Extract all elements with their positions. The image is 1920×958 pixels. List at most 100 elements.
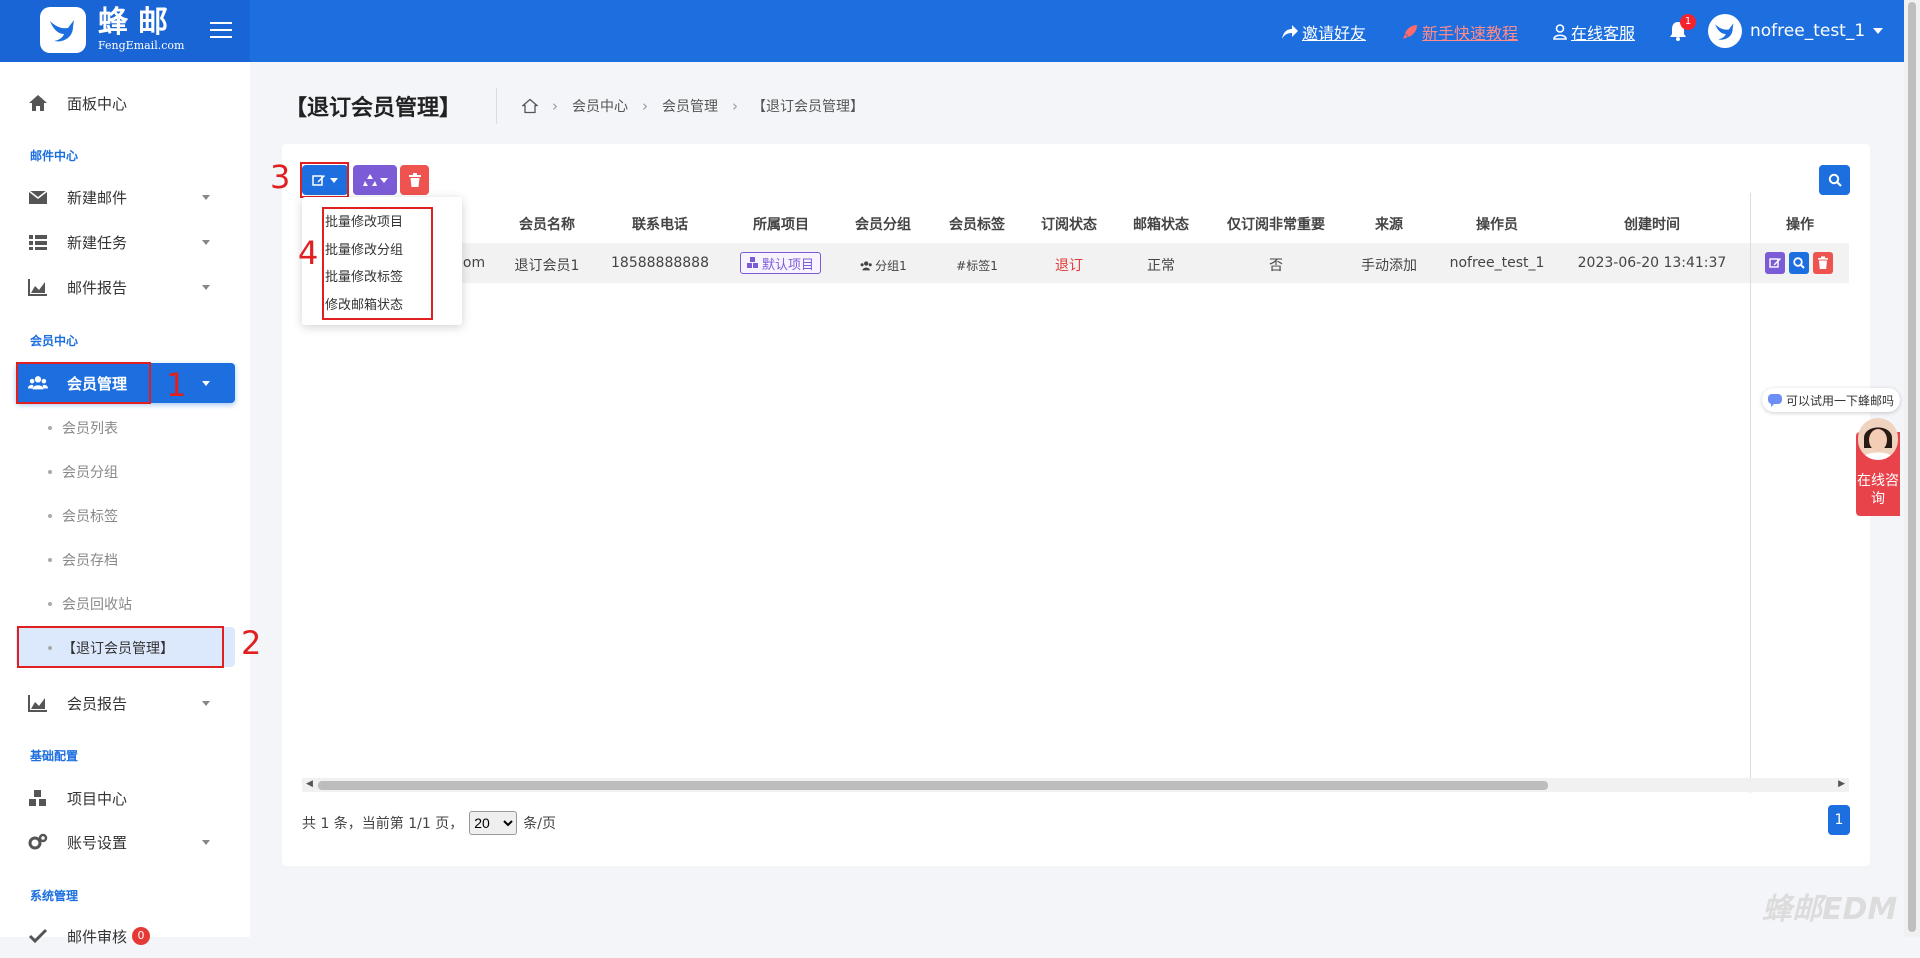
cell-operator: nofree_test_1 <box>1449 255 1545 271</box>
invite-link[interactable]: 邀请好友 <box>1282 20 1366 44</box>
user-menu[interactable]: nofree_test_1 <box>1708 13 1884 49</box>
cell-group: 分组1 <box>859 257 907 274</box>
page-vertical-scrollbar[interactable] <box>1904 0 1920 937</box>
sidebar-sub-member-list[interactable]: 会员列表 <box>48 418 118 438</box>
consult-label: 在线咨询 <box>1857 473 1899 507</box>
section-base-config: 基础配置 <box>30 749 79 763</box>
cell-important-only: 否 <box>1269 258 1283 274</box>
section-mail-center: 邮件中心 <box>30 149 79 163</box>
group-label: 分组1 <box>875 259 907 273</box>
section-system-manage: 系统管理 <box>30 889 79 903</box>
sidebar-item-project-center[interactable]: 项目中心 <box>0 776 250 820</box>
sidebar-item-mail-audit[interactable]: 邮件审核 0 <box>0 914 250 958</box>
scroll-thumb[interactable] <box>1908 2 1916 932</box>
breadcrumb-item[interactable]: 会员中心 <box>572 96 628 116</box>
tutorial-link[interactable]: 新手快速教程 <box>1402 20 1518 44</box>
annotation-number-2: 2 <box>241 624 262 662</box>
fixed-column-divider <box>1750 193 1751 793</box>
per-page-label: 条/页 <box>523 816 556 832</box>
search-button[interactable] <box>1819 165 1850 195</box>
chevron-down-icon <box>202 701 210 706</box>
area-chart-icon <box>28 695 47 712</box>
support-link[interactable]: 在线客服 <box>1553 20 1635 44</box>
brand-name: 蜂邮 <box>98 5 178 40</box>
sidebar-sub-member-archive[interactable]: 会员存档 <box>48 550 118 570</box>
sidebar-item-label: 邮件审核 <box>67 927 128 946</box>
breadcrumb-chevron-icon: › <box>732 97 738 115</box>
sidebar-item-new-task[interactable]: 新建任务 <box>0 220 250 264</box>
sidebar-item-label: 会员报告 <box>67 694 128 713</box>
annotation-box-2 <box>17 626 224 668</box>
notification-badge: 1 <box>1680 14 1696 30</box>
column-header: 订阅状态 <box>1041 217 1097 233</box>
sidebar-item-label: 新建邮件 <box>67 188 128 207</box>
cell-phone: 18588888888 <box>611 255 709 271</box>
menu-toggle-icon[interactable] <box>208 17 234 43</box>
title-divider <box>496 88 497 124</box>
bullet-icon <box>48 470 52 474</box>
cell-email: om <box>462 255 486 271</box>
rocket-icon <box>1403 25 1417 39</box>
top-bar: 蜂邮 FengEmail.com 邀请好友 新手快速教程 在线客服 1 nofr… <box>0 0 1920 62</box>
recycle-button[interactable] <box>353 165 397 195</box>
cell-email-status: 正常 <box>1147 258 1175 274</box>
bullet-icon <box>48 514 52 518</box>
edit-icon <box>1769 258 1781 268</box>
sub-label: 会员分组 <box>62 465 118 481</box>
chat-icon <box>1768 394 1782 407</box>
annotation-box-4 <box>322 207 433 320</box>
row-view-button[interactable] <box>1789 252 1809 274</box>
sidebar-item-label: 邮件报告 <box>67 278 128 297</box>
envelope-icon <box>28 190 48 204</box>
caret-down-icon <box>1873 28 1884 34</box>
sidebar-sub-member-tag[interactable]: 会员标签 <box>48 506 118 526</box>
pagination-info: 共 1 条，当前第 1/1 页， 20 条/页 <box>302 811 556 835</box>
sidebar-item-label: 面板中心 <box>67 94 128 113</box>
scroll-right-icon[interactable]: ▶ <box>1838 779 1845 789</box>
breadcrumb-item[interactable]: 会员管理 <box>662 96 718 116</box>
cell-subscribe-status: 退订 <box>1055 258 1083 274</box>
page-size-select[interactable]: 20 <box>469 811 518 835</box>
logo-bird-icon[interactable] <box>40 7 86 53</box>
sidebar-item-dashboard[interactable]: 面板中心 <box>0 81 250 125</box>
sub-label: 会员回收站 <box>62 597 132 613</box>
sidebar-item-label: 账号设置 <box>67 833 128 852</box>
chevron-down-icon <box>202 840 210 845</box>
cell-tag: #标签1 <box>956 259 998 273</box>
user-icon <box>1553 24 1567 40</box>
sidebar-item-account-settings[interactable]: 账号设置 <box>0 820 250 864</box>
column-header: 会员名称 <box>519 217 575 233</box>
project-label: 默认项目 <box>762 257 815 273</box>
scroll-left-icon[interactable]: ◀ <box>306 779 313 789</box>
breadcrumb-item-current: 【退订会员管理】 <box>752 99 864 115</box>
chat-prompt-bubble[interactable]: 可以试用一下蜂邮吗 <box>1762 388 1901 412</box>
brand-subtitle: FengEmail.com <box>98 39 185 52</box>
table-horizontal-scrollbar[interactable]: ◀ ▶ <box>302 778 1849 792</box>
scroll-thumb[interactable] <box>318 781 1548 790</box>
home-outline-icon[interactable] <box>522 98 538 114</box>
column-header: 联系电话 <box>632 217 688 233</box>
column-header: 操作员 <box>1476 217 1518 233</box>
sidebar-sub-member-recycle[interactable]: 会员回收站 <box>48 594 132 614</box>
sidebar-item-new-mail[interactable]: 新建邮件 <box>0 175 250 219</box>
column-header: 来源 <box>1375 217 1403 233</box>
sidebar-item-member-report[interactable]: 会员报告 <box>0 681 250 725</box>
home-icon <box>29 95 47 111</box>
trash-icon <box>408 173 421 187</box>
column-header: 所属项目 <box>753 217 809 233</box>
column-header: 会员标签 <box>949 217 1005 233</box>
breadcrumb-chevron-icon: › <box>552 97 558 115</box>
tutorial-label: 新手快速教程 <box>1422 24 1519 43</box>
row-delete-button[interactable] <box>1813 252 1833 274</box>
sidebar-sub-member-group[interactable]: 会员分组 <box>48 462 118 482</box>
project-tag: 默认项目 <box>740 252 822 274</box>
page-button-current[interactable]: 1 <box>1828 805 1850 835</box>
sidebar-item-mail-report[interactable]: 邮件报告 <box>0 265 250 309</box>
delete-button[interactable] <box>400 165 429 195</box>
gears-icon <box>28 833 48 850</box>
chevron-down-icon <box>202 195 210 200</box>
row-edit-button[interactable] <box>1765 252 1785 274</box>
bullet-icon <box>48 602 52 606</box>
caret-down-icon <box>379 177 388 183</box>
column-header: 会员分组 <box>855 217 911 233</box>
